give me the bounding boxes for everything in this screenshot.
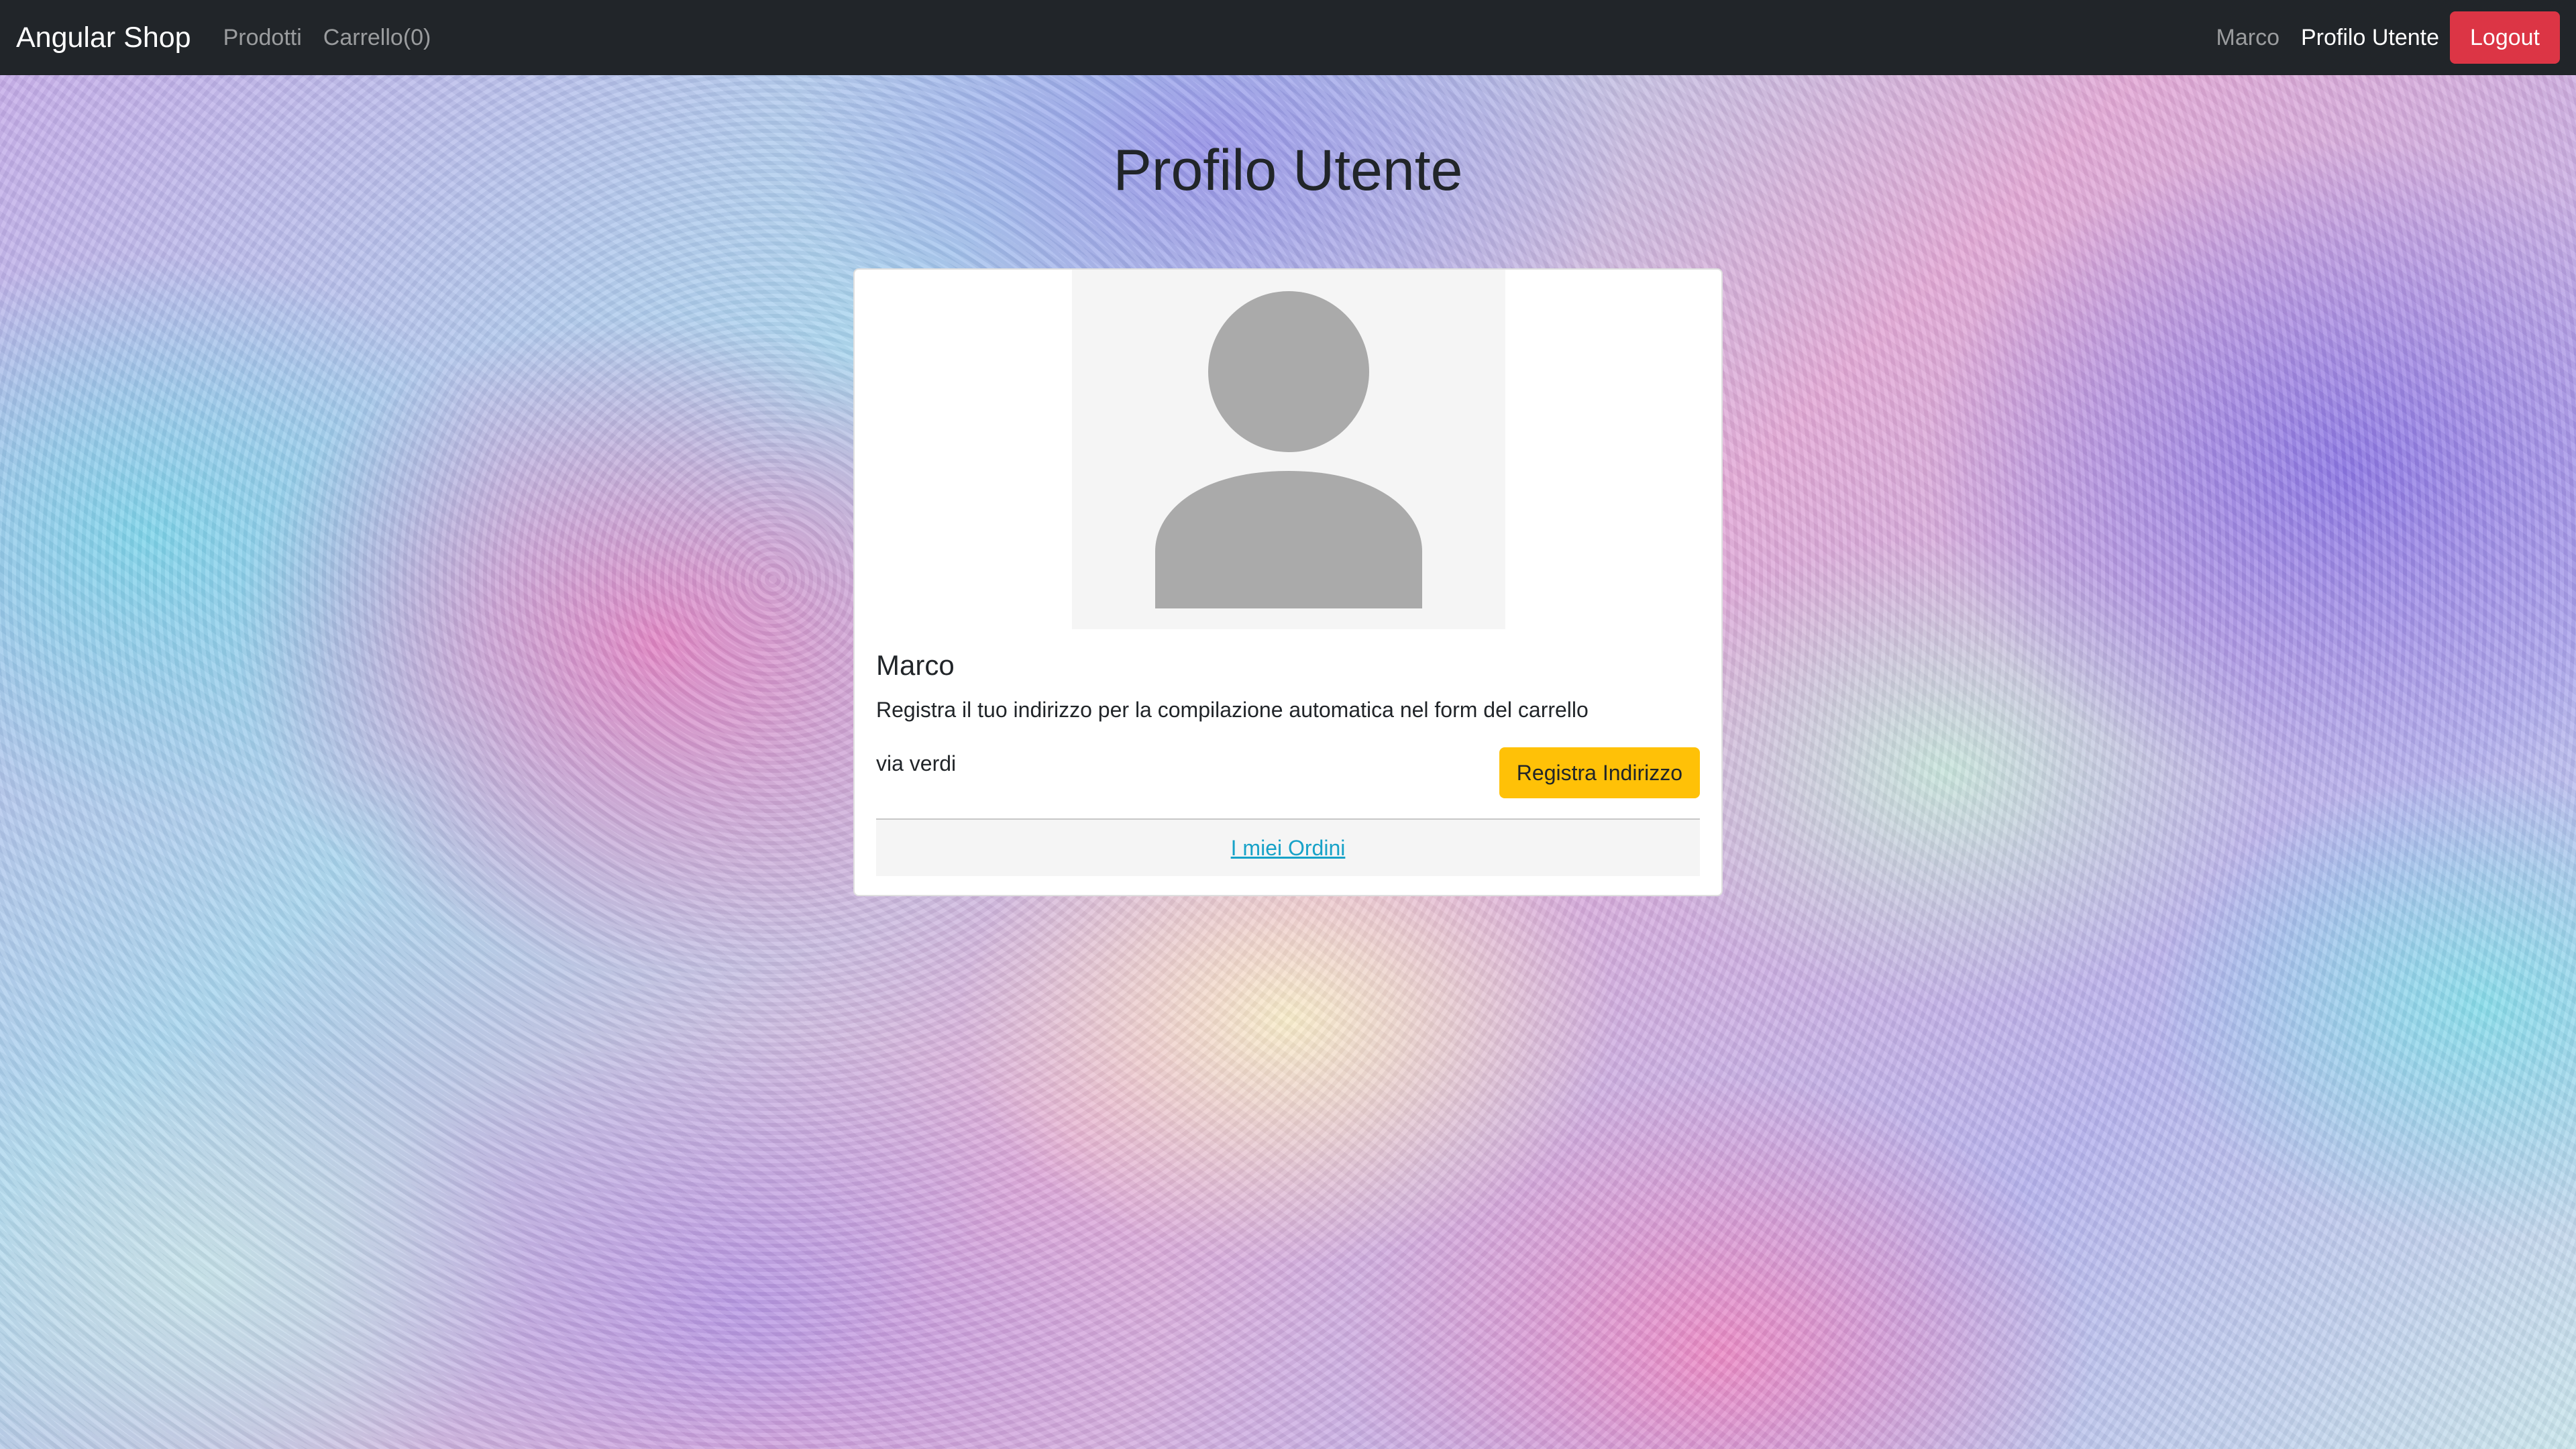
my-orders-link[interactable]: I miei Ordini — [1231, 836, 1346, 861]
register-address-button[interactable]: Registra Indirizzo — [1499, 747, 1700, 798]
top-navbar: Angular Shop Prodotti Carrello(0) Marco … — [0, 0, 2576, 75]
profile-description: Registra il tuo indirizzo per la compila… — [876, 698, 1589, 722]
profile-name: Marco — [876, 649, 955, 681]
nav-link-products[interactable]: Prodotti — [223, 25, 302, 51]
brand-link[interactable]: Angular Shop — [16, 21, 191, 54]
card-footer: I miei Ordini — [876, 818, 1700, 876]
nav-link-profile[interactable]: Profilo Utente — [2301, 25, 2439, 51]
nav-link-user-name[interactable]: Marco — [2216, 25, 2279, 51]
profile-card: Marco Registra il tuo indirizzo per la c… — [853, 268, 1723, 896]
logout-button[interactable]: Logout — [2450, 11, 2560, 64]
page-title: Profilo Utente — [1113, 138, 1463, 203]
saved-address: via verdi — [876, 751, 957, 775]
nav-link-cart[interactable]: Carrello(0) — [323, 25, 431, 51]
navbar-user-area: Marco Profilo Utente Logout — [2216, 11, 2560, 64]
avatar — [1072, 270, 1505, 629]
user-placeholder-icon — [1155, 291, 1422, 608]
